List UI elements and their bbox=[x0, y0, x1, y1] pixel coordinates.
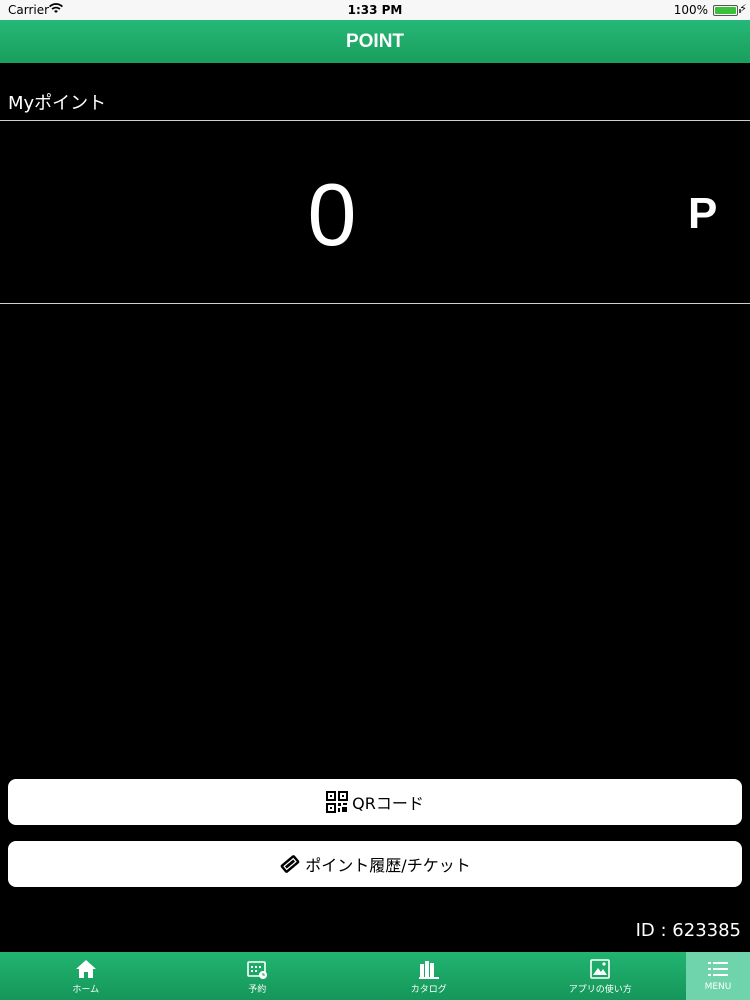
qr-code-icon bbox=[326, 791, 349, 813]
catalog-icon bbox=[418, 958, 440, 980]
divider bbox=[0, 303, 750, 304]
battery-percentage: 100% bbox=[673, 3, 708, 17]
tab-catalog-label: カタログ bbox=[410, 985, 447, 995]
tab-bar: ホーム 予約 カタログ アプリの使い方 MENU bbox=[0, 952, 750, 1000]
points-value: 0 bbox=[307, 165, 357, 264]
tab-catalog[interactable]: カタログ bbox=[343, 952, 515, 1000]
tab-reservation[interactable]: 予約 bbox=[172, 952, 344, 1000]
menu-icon bbox=[707, 958, 729, 980]
point-history-button[interactable]: ポイント履歴/チケット bbox=[8, 841, 742, 887]
tab-reservation-label: 予約 bbox=[248, 985, 267, 995]
points-section-title: Myポイント bbox=[8, 93, 107, 114]
image-icon bbox=[589, 958, 611, 980]
tab-app-guide-label: アプリの使い方 bbox=[568, 985, 632, 995]
ticket-icon bbox=[279, 853, 301, 875]
qr-code-button-label: QRコード bbox=[352, 794, 424, 813]
tab-app-guide[interactable]: アプリの使い方 bbox=[515, 952, 687, 1000]
tab-menu[interactable]: MENU bbox=[686, 952, 750, 1000]
user-id: ID : 623385 bbox=[635, 920, 741, 941]
tab-home-label: ホーム bbox=[72, 985, 100, 995]
clock: 1:33 PM bbox=[347, 3, 403, 17]
charging-icon: ⚡ bbox=[739, 2, 747, 15]
point-history-button-label: ポイント履歴/チケット bbox=[305, 856, 471, 875]
status-bar: Carrier 1:33 PM 100% ⚡ bbox=[0, 0, 750, 20]
battery-icon bbox=[713, 5, 741, 16]
divider bbox=[0, 120, 750, 121]
page-title: POINT bbox=[0, 20, 750, 63]
home-icon bbox=[75, 958, 97, 980]
points-unit: P bbox=[688, 189, 718, 238]
tab-menu-label: MENU bbox=[704, 982, 732, 992]
tab-home[interactable]: ホーム bbox=[0, 952, 172, 1000]
qr-code-button[interactable]: QRコード bbox=[8, 779, 742, 825]
calendar-icon bbox=[246, 958, 268, 980]
